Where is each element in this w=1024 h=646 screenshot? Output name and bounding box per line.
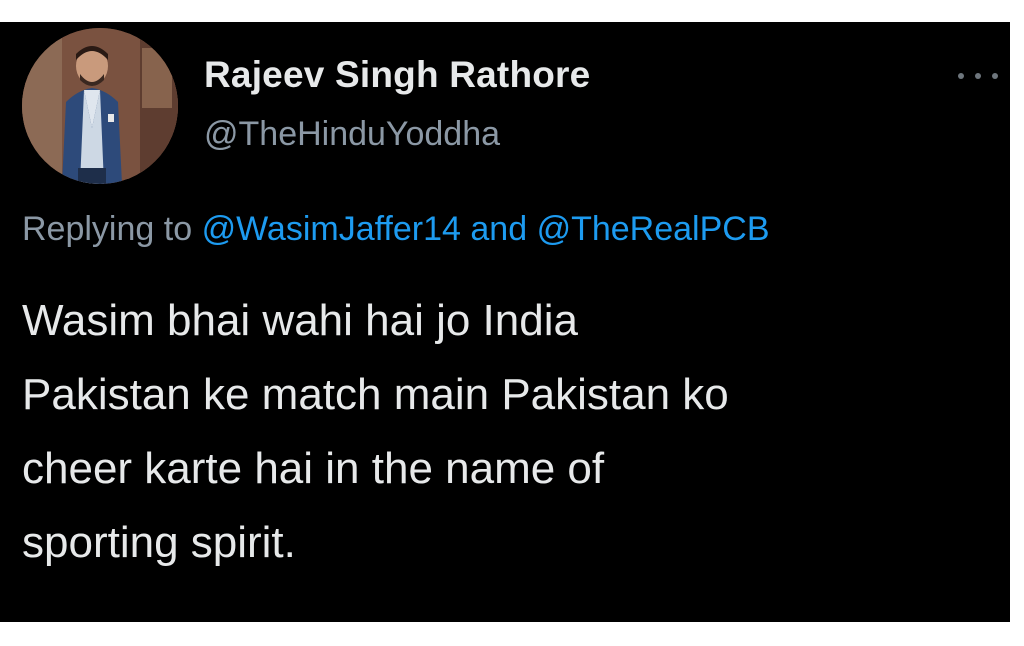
mention-conjunction[interactable]: and — [470, 210, 527, 248]
tweet-card: Rajeev Singh Rathore @TheHinduYoddha Rep… — [0, 22, 1010, 622]
tweet-text-line: cheer karte hai in the name of — [22, 444, 605, 493]
more-dot — [975, 73, 981, 79]
mention-link[interactable]: @WasimJaffer14 — [202, 210, 461, 248]
user-handle[interactable]: @TheHinduYoddha — [204, 115, 500, 154]
avatar[interactable] — [22, 28, 178, 184]
more-dot — [992, 73, 998, 79]
more-horizontal-icon[interactable] — [958, 64, 998, 88]
replying-to-label: Replying to — [22, 210, 193, 248]
mention-link[interactable]: @TheRealPCB — [537, 210, 770, 248]
avatar-photo — [22, 28, 178, 184]
display-name[interactable]: Rajeev Singh Rathore — [204, 54, 590, 96]
tweet-text: Wasim bhai wahi hai jo India Pakistan ke… — [22, 284, 1007, 580]
tweet-text-line: Pakistan ke match main Pakistan ko — [22, 370, 729, 419]
more-dot — [958, 73, 964, 79]
replying-to-line: Replying to @WasimJaffer14 and @TheRealP… — [22, 210, 770, 249]
tweet-text-line: Wasim bhai wahi hai jo India — [22, 296, 578, 345]
tweet-text-line: sporting spirit. — [22, 518, 296, 567]
